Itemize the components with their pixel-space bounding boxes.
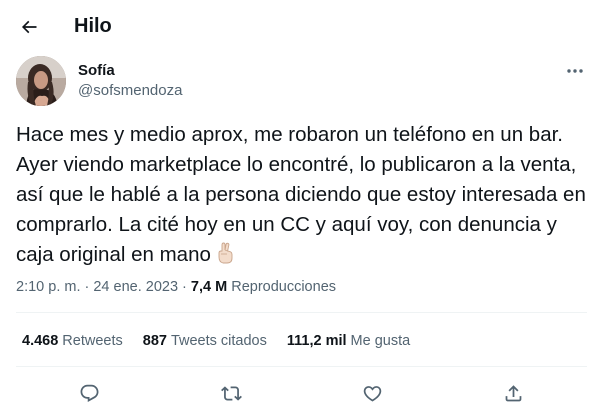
tweet-stats: 4.468 Retweets 887 Tweets citados 111,2 mi… (22, 331, 430, 351)
divider (16, 366, 587, 367)
author-handle[interactable]: @sofsmendoza (78, 82, 182, 100)
views-count: 7,4 M (190, 279, 228, 295)
retweets-label: Retweets (62, 333, 123, 349)
reply-button[interactable] (72, 376, 106, 410)
more-options-button[interactable] (560, 58, 590, 84)
retweets-count: 4.468 (22, 333, 59, 349)
tweet-timestamp[interactable]: 2:10 p. m. · 24 ene. 2023 · (16, 279, 191, 295)
page-title: Hilo (74, 15, 112, 37)
back-arrow-icon (21, 20, 37, 34)
likes-stat[interactable]: 111,2 mil Me gusta (287, 331, 410, 351)
thread-header: Hilo (0, 0, 603, 53)
retweet-button[interactable] (214, 376, 248, 410)
tweet-text: Hace mes y medio aprox, me robaron un te… (16, 123, 586, 266)
avatar[interactable] (16, 56, 66, 106)
action-bar (0, 372, 603, 408)
tweet-body: Hace mes y medio aprox, me robaron un te… (16, 120, 596, 274)
profile-photo (16, 56, 66, 106)
likes-count: 111,2 mil (286, 333, 347, 349)
quotes-stat[interactable]: 887 Tweets citados (143, 331, 267, 351)
crossed-fingers-emoji-icon (215, 241, 237, 274)
like-button[interactable] (355, 376, 389, 410)
views-label: Reproducciones (231, 279, 337, 295)
quotes-label: Tweets citados (170, 333, 267, 349)
like-icon (363, 385, 381, 402)
quotes-count: 887 (142, 333, 167, 349)
more-options-icon (567, 69, 583, 73)
share-icon (505, 384, 521, 401)
retweet-icon (220, 385, 242, 401)
share-button[interactable] (496, 376, 530, 410)
likes-label: Me gusta (350, 333, 411, 349)
author-name[interactable]: Sofía (78, 62, 115, 80)
divider (16, 312, 587, 313)
reply-icon (80, 384, 98, 402)
back-button[interactable] (12, 10, 46, 44)
tweet-meta: 2:10 p. m. · 24 ene. 2023 · 7,4 M Reprod… (16, 277, 336, 297)
retweets-stat[interactable]: 4.468 Retweets (22, 331, 123, 351)
